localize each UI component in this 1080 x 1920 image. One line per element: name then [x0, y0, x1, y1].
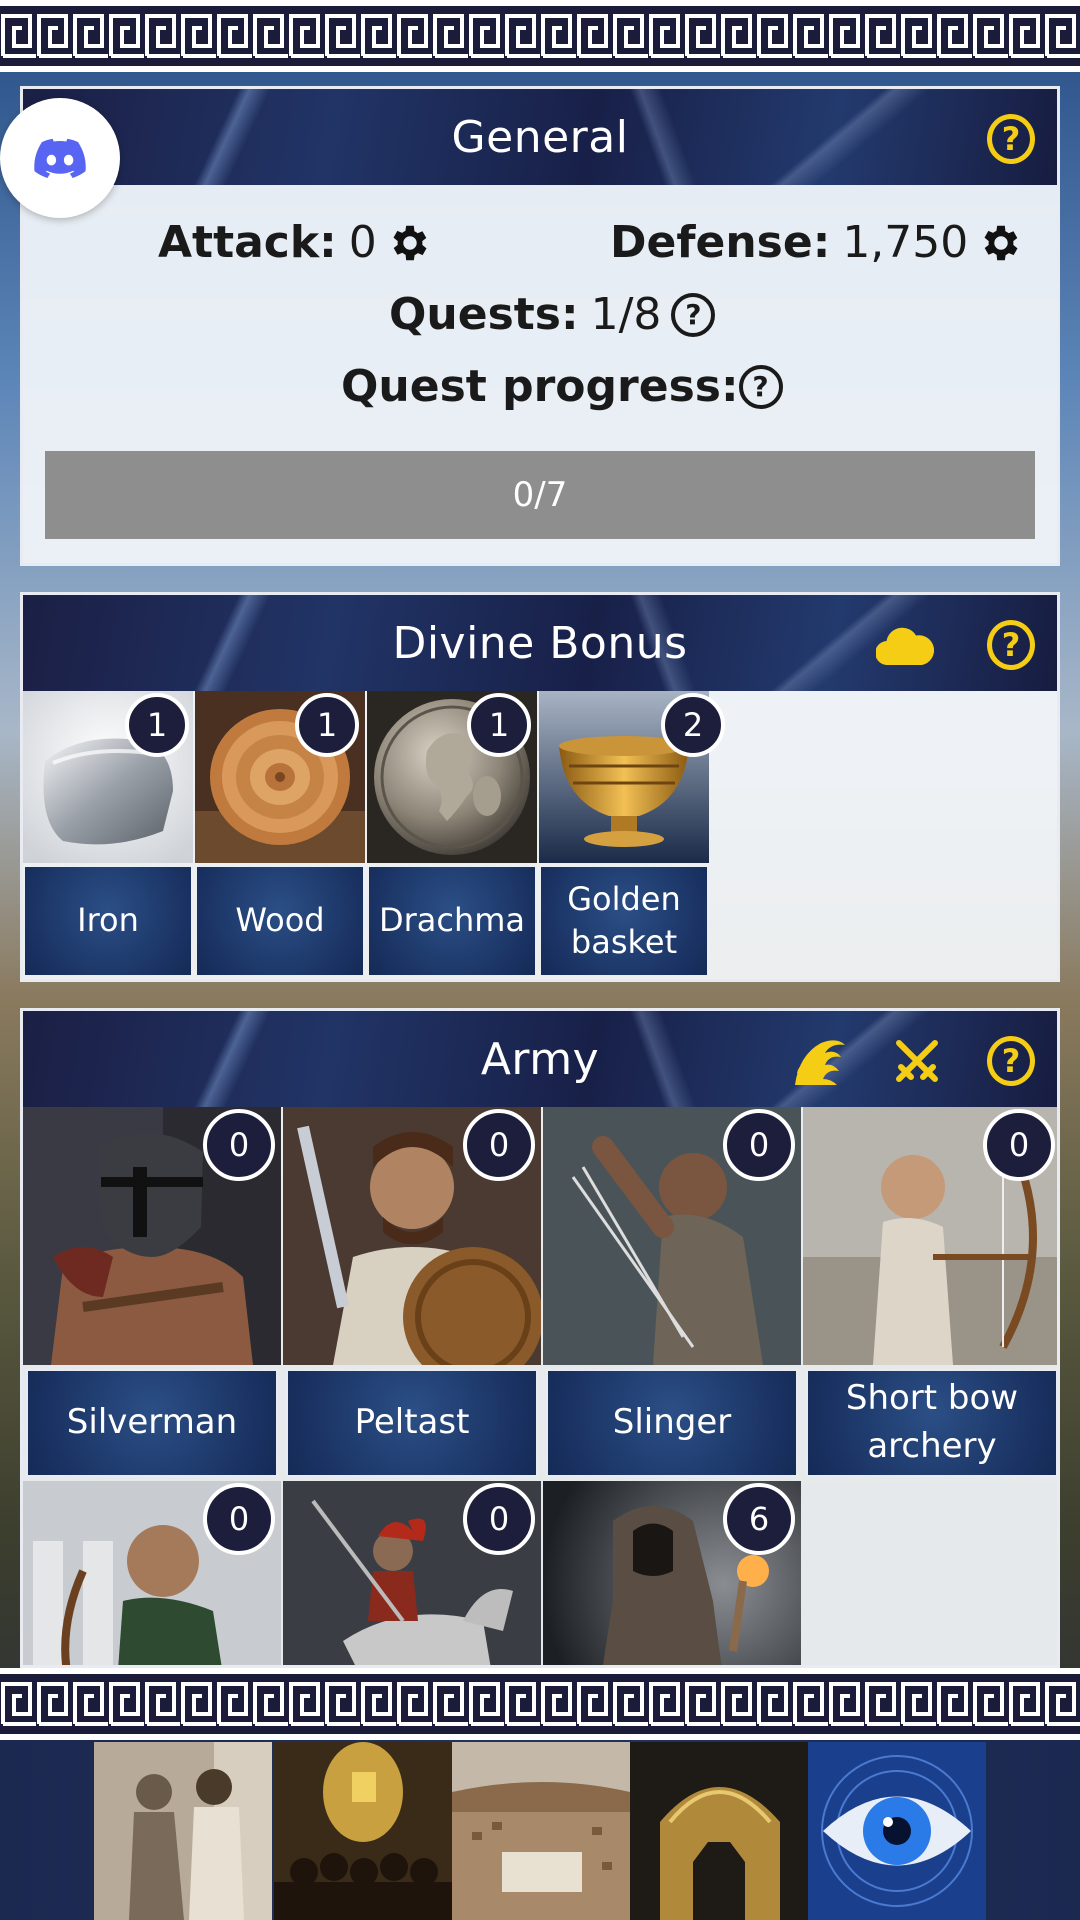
attack-label: Attack:: [158, 217, 337, 268]
wood-label: Wood: [197, 867, 363, 975]
defense-gear-icon[interactable]: [978, 220, 1024, 266]
nav-cave-army[interactable]: [274, 1742, 452, 1920]
cloud-icon[interactable]: [875, 621, 935, 669]
silverman-count-badge: 0: [203, 1109, 275, 1181]
crossed-swords-icon[interactable]: [893, 1037, 941, 1085]
greek-key-border-bottom: [0, 1668, 1080, 1740]
quest-progress-text: 0/7: [512, 475, 568, 515]
golden-basket-count-badge: 2: [661, 693, 725, 757]
resource-drachma[interactable]: 1 Drachma: [367, 691, 537, 979]
unit-archer[interactable]: 0: [23, 1481, 281, 1665]
resource-iron[interactable]: 1 Iron: [23, 691, 193, 979]
defense-stat: Defense: 1,750: [610, 217, 1024, 268]
attack-gear-icon[interactable]: [387, 220, 433, 266]
general-panel: General ? Attack: 0 Defense: 1,750 Quest…: [20, 86, 1060, 566]
greek-key-border-top: [0, 0, 1080, 72]
divine-bonus-panel: Divine Bonus ? 1 Iron 1 Wood 1 Drachma 2…: [20, 592, 1060, 982]
general-title: General: [451, 111, 629, 163]
quests-label: Quests:: [389, 289, 579, 340]
unit-cavalry[interactable]: 0: [283, 1481, 541, 1665]
nav-city[interactable]: [452, 1742, 630, 1920]
army-panel: Army ? 0 Silverman 0 Peltast 0 Slinger 0…: [20, 1008, 1060, 1668]
nav-diplomacy[interactable]: [94, 1742, 272, 1920]
golden-basket-label: Golden basket: [541, 867, 707, 975]
discord-button[interactable]: [0, 98, 120, 218]
drachma-count-badge: 1: [467, 693, 531, 757]
attack-value: 0: [348, 217, 377, 268]
hooded-figure-count-badge: 6: [723, 1483, 795, 1555]
defense-value: 1,750: [842, 217, 969, 268]
iron-label: Iron: [25, 867, 191, 975]
silverman-label: Silverman: [26, 1369, 278, 1477]
army-title: Army: [480, 1033, 600, 1085]
quest-progress-stat: Quest progress: ?: [341, 361, 783, 412]
cavalry-count-badge: 0: [463, 1483, 535, 1555]
divine-bonus-title: Divine Bonus: [392, 617, 688, 669]
army-help-icon[interactable]: ?: [987, 1036, 1035, 1086]
divine-help-icon[interactable]: ?: [987, 620, 1035, 670]
slinger-count-badge: 0: [723, 1109, 795, 1181]
quests-help-icon[interactable]: ?: [671, 292, 716, 337]
army-header: Army ?: [23, 1011, 1057, 1107]
drachma-label: Drachma: [369, 867, 535, 975]
discord-icon: [34, 138, 86, 178]
nav-helmet[interactable]: [630, 1742, 808, 1920]
unit-peltast[interactable]: 0 Peltast: [283, 1107, 541, 1477]
peltast-label: Peltast: [286, 1369, 538, 1477]
quests-value: 1/8: [590, 289, 662, 340]
iron-count-badge: 1: [125, 693, 189, 757]
quest-progress-bar: 0/7: [45, 451, 1035, 539]
short-bow-archery-label: Short bow archery: [806, 1369, 1057, 1477]
unit-silverman[interactable]: 0 Silverman: [23, 1107, 281, 1477]
general-header: General ?: [23, 89, 1057, 185]
resource-wood[interactable]: 1 Wood: [195, 691, 365, 979]
wood-count-badge: 1: [295, 693, 359, 757]
general-help-icon[interactable]: ?: [987, 114, 1035, 164]
bottom-nav: [0, 1740, 1080, 1920]
resource-golden-basket[interactable]: 2 Golden basket: [539, 691, 725, 979]
quest-progress-label: Quest progress:: [341, 361, 739, 412]
wave-icon[interactable]: [791, 1037, 847, 1085]
short-bow-archery-count-badge: 0: [983, 1109, 1055, 1181]
attack-stat: Attack: 0: [158, 217, 433, 268]
resource-grid: 1 Iron 1 Wood 1 Drachma 2 Golden basket: [23, 691, 1057, 979]
unit-hooded-figure[interactable]: 6: [543, 1481, 801, 1665]
defense-label: Defense:: [610, 217, 831, 268]
quests-stat: Quests: 1/8 ?: [389, 289, 716, 340]
slinger-label: Slinger: [546, 1369, 798, 1477]
peltast-count-badge: 0: [463, 1109, 535, 1181]
nav-eye[interactable]: [808, 1742, 986, 1920]
divine-bonus-header: Divine Bonus ?: [23, 595, 1057, 691]
unit-slinger[interactable]: 0 Slinger: [543, 1107, 801, 1477]
unit-short-bow-archery[interactable]: 0 Short bow archery: [803, 1107, 1057, 1477]
quest-progress-help-icon[interactable]: ?: [738, 364, 783, 409]
archer-count-badge: 0: [203, 1483, 275, 1555]
